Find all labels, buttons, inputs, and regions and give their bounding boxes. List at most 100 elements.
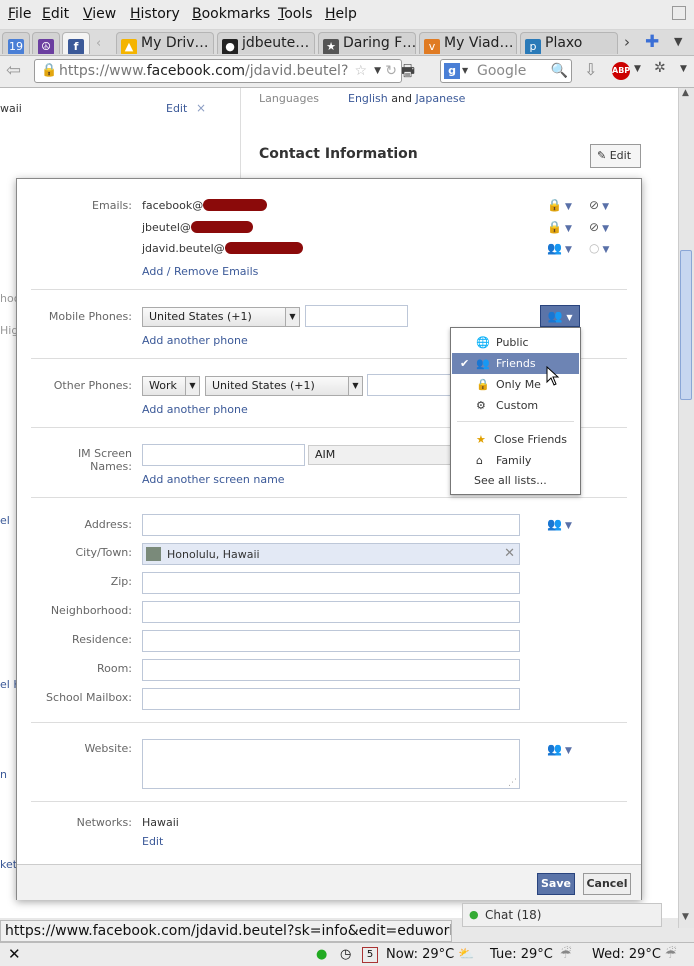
- star-icon: ★: [323, 39, 339, 54]
- resize-handle-icon[interactable]: ⋰: [508, 778, 517, 788]
- cancel-button[interactable]: Cancel: [583, 873, 631, 895]
- scroll-thumb[interactable]: [680, 250, 692, 400]
- language-japanese-link[interactable]: Japanese: [415, 92, 465, 105]
- menu-tools[interactable]: Tools: [278, 6, 313, 22]
- adblock-icon[interactable]: ABP: [612, 62, 630, 80]
- back-icon[interactable]: ⇦: [6, 60, 21, 81]
- window-restore-icon[interactable]: [672, 6, 686, 20]
- add-another-phone-link[interactable]: Add another phone: [142, 403, 248, 416]
- email-visibility-selector[interactable]: ⊘ ▼: [589, 198, 609, 212]
- website-privacy-selector[interactable]: 👥 ▼: [547, 742, 572, 756]
- tab-viadeo[interactable]: v My Viad…: [419, 32, 517, 54]
- scroll-up-icon[interactable]: ▲: [682, 88, 689, 98]
- print-icon[interactable]: 🖶: [400, 60, 415, 87]
- menu-file[interactable]: File: [8, 6, 31, 22]
- search-icon[interactable]: 🔍: [551, 60, 568, 82]
- phone-type-select[interactable]: Work ▼: [142, 376, 200, 396]
- redaction-mark: [190, 221, 253, 233]
- zip-input[interactable]: [142, 572, 520, 594]
- separator: [31, 497, 627, 498]
- contact-edit-button[interactable]: ✎ Edit: [590, 144, 641, 168]
- residence-input[interactable]: [142, 630, 520, 652]
- tab-scroll-right-icon[interactable]: ›: [624, 33, 630, 51]
- scroll-down-icon[interactable]: ▼: [682, 912, 689, 922]
- neighborhood-input[interactable]: [142, 601, 520, 623]
- new-tab-icon[interactable]: ✚: [645, 32, 659, 52]
- city-label: City/Town:: [75, 546, 132, 559]
- background-edit-link[interactable]: Edit: [166, 102, 187, 115]
- weather-now[interactable]: Now: 29°C: [386, 947, 454, 962]
- tab-drive[interactable]: ▲ My Driv…: [116, 32, 214, 54]
- weather-tuesday[interactable]: Tue: 29°C: [490, 947, 553, 962]
- save-button[interactable]: Save: [537, 873, 575, 895]
- room-input[interactable]: [142, 659, 520, 681]
- adblock-dropdown-icon[interactable]: ▼: [634, 64, 641, 74]
- extension-icon[interactable]: ✲: [654, 60, 666, 76]
- audience-option-close-friends[interactable]: ★ Close Friends: [452, 429, 579, 450]
- address-input[interactable]: [142, 514, 520, 536]
- bookmark-star-icon[interactable]: ☆: [354, 60, 367, 82]
- language-english-link[interactable]: English: [348, 92, 388, 105]
- audience-option-custom[interactable]: ⚙ Custom: [452, 395, 579, 416]
- tab-list-icon[interactable]: ▼: [674, 35, 682, 48]
- email-privacy-selector[interactable]: 🔒 ▼: [547, 220, 572, 234]
- menu-view[interactable]: View: [83, 6, 116, 22]
- audience-option-family[interactable]: ⌂ Family: [452, 450, 579, 471]
- menu-bookmarks[interactable]: Bookmarks: [192, 6, 270, 22]
- add-remove-emails-link[interactable]: Add / Remove Emails: [142, 265, 258, 278]
- close-icon[interactable]: ×: [196, 101, 206, 115]
- reload-icon[interactable]: ↻: [385, 60, 397, 82]
- menu-help[interactable]: Help: [325, 6, 357, 22]
- google-icon[interactable]: g: [444, 63, 460, 79]
- close-icon[interactable]: ✕: [8, 945, 21, 963]
- download-icon[interactable]: ⇩: [584, 60, 597, 79]
- tab-github[interactable]: ● jdbeute…: [217, 32, 315, 54]
- friends-icon: 👥: [547, 517, 562, 531]
- mobile-audience-button[interactable]: 👥 ▼: [540, 305, 580, 327]
- mobile-country-select[interactable]: United States (+1) ▼: [142, 307, 300, 327]
- mobile-phone-input[interactable]: [305, 305, 408, 327]
- email-privacy-selector[interactable]: 👥 ▼: [547, 241, 572, 255]
- chat-sidebar-tab[interactable]: ● Chat (18): [462, 903, 662, 927]
- search-input[interactable]: g ▼ Google 🔍: [440, 59, 572, 83]
- other-phone-input[interactable]: [367, 374, 457, 396]
- email-visibility-selector[interactable]: ⊘ ▼: [589, 220, 609, 234]
- email-visibility-selector[interactable]: ○ ▼: [589, 241, 609, 255]
- im-service-select[interactable]: AIM: [308, 445, 458, 465]
- email-privacy-selector[interactable]: 🔒 ▼: [547, 198, 572, 212]
- chevron-down-icon: ▼: [185, 377, 199, 395]
- website-textarea[interactable]: ⋰: [142, 739, 520, 789]
- address-privacy-selector[interactable]: 👥 ▼: [547, 517, 572, 531]
- neighborhood-label: Neighborhood:: [50, 604, 132, 617]
- url-bar[interactable]: 🔒 https://www.facebook.com/jdavid.beutel…: [34, 59, 402, 83]
- see-all-lists-link[interactable]: See all lists...: [452, 470, 579, 491]
- city-thumbnail-icon: [146, 547, 161, 561]
- weather-wednesday[interactable]: Wed: 29°C: [592, 947, 661, 962]
- tab-facebook[interactable]: f: [62, 32, 90, 54]
- tab-scroll-left-icon[interactable]: ‹: [96, 36, 101, 51]
- school-mailbox-input[interactable]: [142, 688, 520, 710]
- extension-dropdown-icon[interactable]: ▼: [680, 64, 687, 74]
- url-history-dropdown-icon[interactable]: ▼: [374, 60, 381, 82]
- tab-daring[interactable]: ★ Daring F…: [318, 32, 416, 54]
- languages-label: Languages: [259, 92, 320, 105]
- menu-edit[interactable]: Edit: [42, 6, 69, 22]
- tab-calendar[interactable]: 19: [2, 32, 30, 54]
- tab-peace[interactable]: ☮: [32, 32, 60, 54]
- separator: [31, 289, 627, 290]
- hidden-icon: ⊘: [589, 198, 600, 212]
- search-engine-dropdown-icon[interactable]: ▼: [462, 60, 468, 82]
- menu-history[interactable]: History: [130, 6, 180, 22]
- im-screen-name-input[interactable]: [142, 444, 305, 466]
- audience-option-public[interactable]: 🌐 Public: [452, 332, 579, 353]
- tab-plaxo[interactable]: p Plaxo: [520, 32, 618, 54]
- other-country-select[interactable]: United States (+1) ▼: [205, 376, 363, 396]
- remove-city-icon[interactable]: ✕: [504, 546, 515, 561]
- add-screen-name-link[interactable]: Add another screen name: [142, 473, 285, 486]
- page-scrollbar[interactable]: ▲ ▼: [678, 88, 694, 928]
- city-input[interactable]: Honolulu, Hawaii ✕: [142, 543, 520, 565]
- lock-icon: 🔒: [547, 198, 562, 212]
- networks-edit-link[interactable]: Edit: [142, 835, 163, 848]
- add-another-phone-link[interactable]: Add another phone: [142, 334, 248, 347]
- calendar-icon[interactable]: 5: [362, 947, 378, 963]
